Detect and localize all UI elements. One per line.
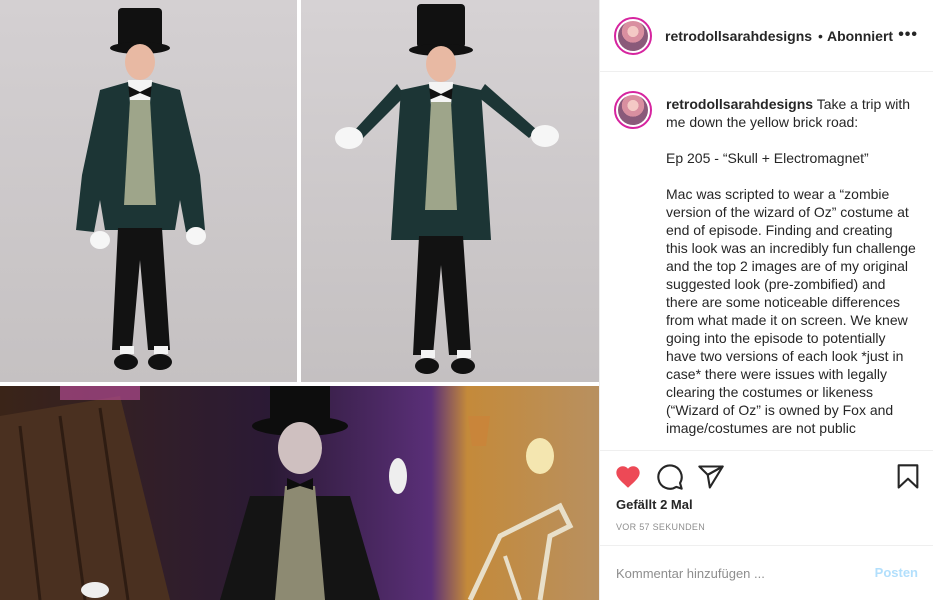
caption-text: Take a trip with me down the yellow bric…: [666, 96, 916, 436]
comments-area[interactable]: retrodollsarahdesigns Take a trip with m…: [600, 73, 933, 450]
zombie-scene-photo: [0, 386, 599, 600]
header-username[interactable]: retrodollsarahdesigns: [665, 28, 812, 44]
post-actions: Gefällt 2 Mal VOR 57 SEKUNDEN: [600, 450, 933, 545]
post-header: retrodollsarahdesigns • Abonniert •••: [600, 0, 933, 72]
post-timestamp[interactable]: VOR 57 SEKUNDEN: [616, 522, 705, 532]
avatar[interactable]: [614, 16, 652, 55]
more-horizontal-icon[interactable]: •••: [898, 26, 918, 44]
caption-username[interactable]: retrodollsarahdesigns: [666, 96, 813, 112]
likes-count[interactable]: Gefällt 2 Mal: [616, 497, 693, 512]
costume-photo-arms-out: [301, 0, 599, 382]
add-comment-bar: Posten: [600, 545, 933, 600]
costume-photo-front: [0, 0, 297, 382]
caption-text-block: retrodollsarahdesigns Take a trip with m…: [666, 95, 916, 437]
comment-input[interactable]: [616, 563, 856, 583]
caption-avatar[interactable]: [614, 91, 652, 129]
post-comment-button[interactable]: Posten: [875, 565, 918, 580]
heart-filled-icon[interactable]: [614, 463, 642, 491]
post-media[interactable]: [0, 0, 599, 600]
header-separator: •: [818, 27, 823, 44]
paper-plane-icon[interactable]: [697, 463, 725, 491]
post-side-panel: retrodollsarahdesigns • Abonniert ••• re…: [599, 0, 933, 600]
follow-status-button[interactable]: Abonniert: [827, 28, 893, 44]
bookmark-icon[interactable]: [894, 463, 922, 491]
comment-bubble-icon[interactable]: [656, 463, 684, 491]
